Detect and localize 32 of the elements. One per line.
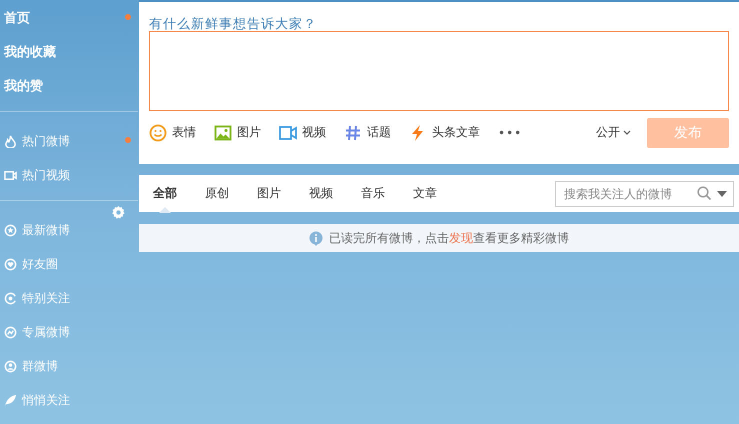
video-tool-button[interactable]: 视频 [279, 124, 326, 142]
search-icon [697, 186, 712, 201]
emoji-icon [149, 124, 167, 142]
info-icon [309, 230, 323, 246]
person-icon [4, 360, 17, 372]
settings-icon[interactable] [111, 205, 126, 220]
visibility-dropdown[interactable]: 公开 [596, 124, 631, 141]
hash-icon [344, 124, 362, 142]
leaf-icon [4, 394, 17, 406]
feed-tab[interactable]: 原创 [194, 175, 240, 212]
feed-tab[interactable]: 文章 [402, 175, 448, 212]
search-field[interactable]: 搜索我关注人的微博 [555, 180, 734, 206]
emoji-tool-button[interactable]: 表情 [149, 124, 196, 142]
eye-icon [4, 292, 17, 304]
more-button[interactable]: ••• [498, 126, 522, 140]
video-icon [4, 168, 17, 182]
chart-icon [4, 326, 17, 338]
dropdown-icon[interactable] [716, 190, 728, 198]
post-input[interactable] [149, 31, 729, 111]
composer-prompt: 有什么新鲜事想告诉大家？ [149, 16, 318, 29]
image-tool-button[interactable]: 图片 [214, 124, 261, 142]
feed-tab[interactable]: 全部 [142, 175, 188, 212]
caret-icon [623, 130, 631, 136]
article-tool-button[interactable]: 头条文章 [409, 124, 480, 142]
feed-tab[interactable]: 图片 [246, 175, 292, 212]
notice-text: 已读完所有微博，点击发现查看更多精彩微博 [329, 230, 569, 246]
video-icon [279, 124, 297, 142]
flame-icon [4, 134, 17, 148]
feed-tab[interactable]: 视频 [298, 175, 344, 212]
feed-tab[interactable]: 音乐 [350, 175, 396, 212]
topic-tool-button[interactable]: 话题 [344, 124, 391, 142]
image-icon [214, 124, 232, 142]
